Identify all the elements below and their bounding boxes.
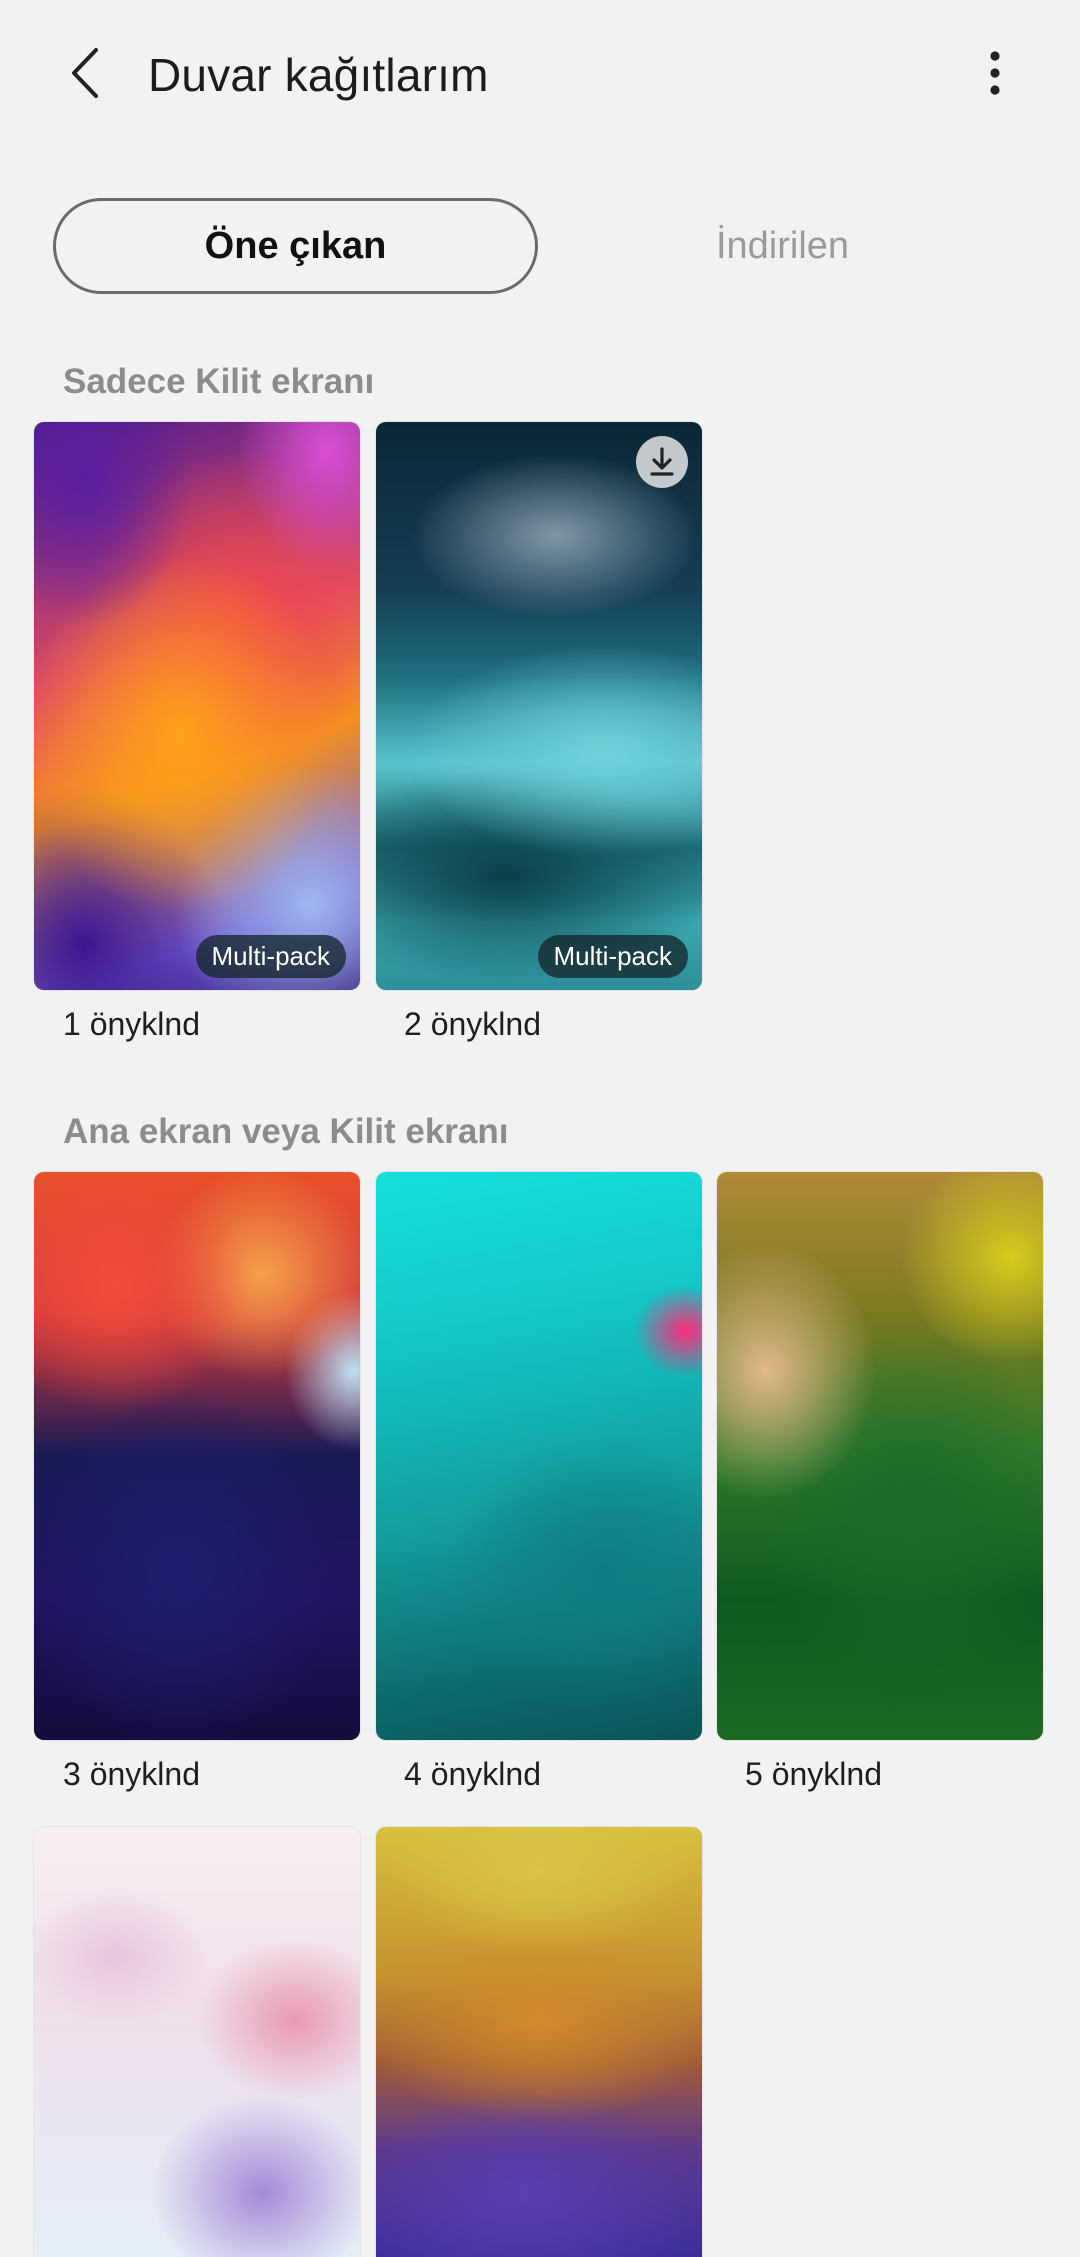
- wallpaper-caption-1: 1 önyklnd: [63, 1006, 200, 1042]
- wallpaper-thumbnail-2[interactable]: Multi-pack: [376, 422, 702, 990]
- section-title-lock-screen: Sadece Kilit ekranı: [63, 362, 375, 401]
- wallpaper-caption-5: 5 önyklnd: [745, 1756, 882, 1792]
- more-vert-icon: [989, 50, 1001, 101]
- wallpaper-caption-2: 2 önyklnd: [404, 1006, 541, 1042]
- wallpaper-thumbnail-3[interactable]: [34, 1172, 360, 1740]
- section-title-home-or-lock-screen: Ana ekran veya Kilit ekranı: [63, 1112, 509, 1151]
- wallpaper-caption-4: 4 önyklnd: [404, 1756, 541, 1792]
- multi-pack-badge: Multi-pack: [195, 935, 346, 978]
- chevron-left-icon: [68, 46, 102, 105]
- back-button[interactable]: [50, 35, 120, 115]
- page-title: Duvar kağıtlarım: [148, 49, 489, 101]
- tab-bar: Öne çıkan İndirilen: [0, 198, 1080, 294]
- tab-featured[interactable]: Öne çıkan: [53, 198, 538, 294]
- multi-pack-badge: Multi-pack: [537, 935, 688, 978]
- more-options-button[interactable]: [960, 35, 1030, 115]
- wallpaper-thumbnail-5[interactable]: [717, 1172, 1043, 1740]
- wallpaper-caption-3: 3 önyklnd: [63, 1756, 200, 1792]
- wallpaper-thumbnail-1[interactable]: Multi-pack: [34, 422, 360, 990]
- wallpaper-thumbnail-7[interactable]: [376, 1827, 702, 2257]
- tab-downloaded[interactable]: İndirilen: [540, 198, 1025, 294]
- wallpaper-thumbnail-4[interactable]: [376, 1172, 702, 1740]
- wallpaper-thumbnail-6[interactable]: [34, 1827, 360, 2257]
- app-bar: Duvar kağıtlarım: [0, 0, 1080, 150]
- download-icon[interactable]: [636, 436, 688, 488]
